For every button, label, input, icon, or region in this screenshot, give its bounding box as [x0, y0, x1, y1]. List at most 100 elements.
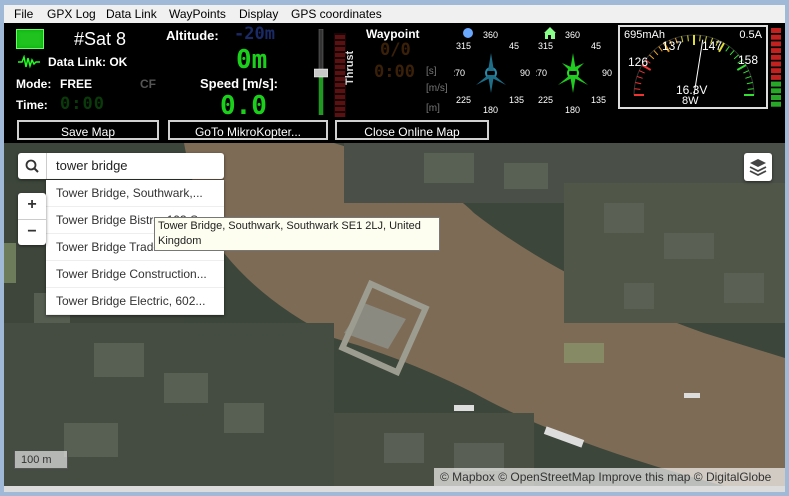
battery-segment: [771, 28, 781, 33]
battery-segment: [771, 95, 781, 100]
search-result[interactable]: Tower Bridge Electric, 602...: [46, 288, 224, 315]
thrust-segment: [335, 35, 345, 39]
status-led: [16, 29, 44, 49]
heading-270: 270: [454, 68, 465, 78]
gauge-tick: [634, 88, 641, 90]
zoom-control: + −: [18, 193, 46, 245]
thrust-segment: [335, 95, 345, 99]
gauge-tick: [743, 70, 750, 74]
battery-segment: [771, 81, 781, 87]
signal-wave-icon: [18, 55, 40, 69]
altitude-value: 0m: [236, 45, 268, 75]
thrust-segment: [335, 41, 345, 45]
search-result-tooltip: Tower Bridge, Southwark, Southwark SE1 2…: [154, 217, 440, 251]
gauge-tick: [746, 82, 753, 85]
gauge-tick: [638, 70, 645, 74]
battery-segment: [771, 48, 781, 54]
gauge-tick-147: 147: [702, 39, 723, 53]
menu-gpx-log[interactable]: GPX Log: [47, 7, 96, 21]
satellite-count: #Sat 8: [74, 29, 127, 49]
home-225: 225: [538, 95, 553, 105]
layers-icon: [749, 159, 767, 177]
map-scale: 100 m: [14, 451, 68, 469]
save-map-button[interactable]: Save Map: [17, 120, 159, 140]
altitude-range: -20m: [234, 24, 275, 44]
thrust-segment: [335, 113, 345, 117]
battery-segment: [771, 61, 781, 67]
time-label: Time:: [16, 98, 48, 112]
heading-135: 135: [509, 95, 524, 105]
gauge-tick: [653, 50, 659, 56]
map-attribution[interactable]: © Mapbox © OpenStreetMap Improve this ma…: [434, 468, 785, 486]
gauge-tick: [745, 75, 752, 79]
heading-360: 360: [483, 30, 498, 40]
zoom-out-button[interactable]: −: [18, 220, 46, 246]
home-315: 315: [538, 41, 553, 51]
telemetry-panel: #Sat 8 Data Link: OK Mode: FREE CF Time:…: [4, 23, 785, 143]
battery-segment: [771, 68, 781, 74]
cf-indicator: CF: [140, 77, 156, 91]
satellite-map[interactable]: tower bridge Tower Bridge, Southwark,...…: [4, 143, 785, 486]
app-window: File GPX Log Data Link WayPoints Display…: [0, 0, 789, 496]
gauge-tick: [636, 75, 643, 79]
menu-display[interactable]: Display: [239, 7, 278, 21]
waypoint-unit-s: [s]: [426, 66, 437, 77]
waypoint-unit-ms: [m/s]: [426, 83, 448, 94]
zoom-in-button[interactable]: +: [18, 193, 46, 220]
gauge-tick: [699, 35, 701, 42]
mode-label: Mode:: [16, 77, 52, 91]
home-90: 90: [602, 68, 612, 78]
waypoint-count: 0/0: [380, 40, 411, 60]
close-online-map-button[interactable]: Close Online Map: [335, 120, 489, 140]
search-icon: [25, 159, 39, 173]
battery-level-bar: [771, 28, 781, 107]
home-180: 180: [565, 105, 580, 115]
search-button[interactable]: [18, 153, 47, 179]
mode-value: FREE: [60, 77, 93, 91]
battery-current: 0.5A: [739, 29, 762, 41]
menu-file[interactable]: File: [14, 7, 33, 21]
waypoint-unit-m: [m]: [426, 103, 440, 114]
gauge-tick: [649, 54, 655, 60]
altitude-slider[interactable]: [314, 29, 328, 115]
search-box: tower bridge: [18, 153, 224, 179]
gps-ball-icon: [463, 28, 473, 38]
heading-45: 45: [509, 41, 519, 51]
thrust-label: Thrust: [344, 50, 356, 85]
gauge-tick: [729, 50, 735, 56]
gauge-tick-158: 158: [738, 53, 759, 67]
battery-gauge: 695mAh 0.5A 126 137 147 158 16.3V 8W: [618, 25, 768, 109]
battery-segment: [771, 88, 781, 94]
gauge-tick: [635, 82, 642, 85]
home-270: 270: [536, 68, 547, 78]
layers-button[interactable]: [744, 153, 772, 181]
menu-gps-coordinates[interactable]: GPS coordinates: [291, 7, 382, 21]
home-45: 45: [591, 41, 601, 51]
battery-segment: [771, 54, 781, 60]
home-360: 360: [565, 30, 580, 40]
goto-mikrokopter-button[interactable]: GoTo MikroKopter...: [168, 120, 328, 140]
gauge-tick-126: 126: [628, 55, 649, 69]
heading-compass: 360 45 90 135 180 225 270 315: [454, 28, 530, 115]
thrust-segment: [335, 89, 345, 93]
battery-watt: 8W: [682, 95, 699, 107]
search-result[interactable]: Tower Bridge Construction...: [46, 261, 224, 288]
battery-mah: 695mAh: [624, 29, 665, 41]
gauge-tick: [747, 88, 754, 90]
status-strip: [4, 486, 785, 492]
battery-segment: [771, 34, 781, 40]
gauge-tick: [725, 46, 730, 52]
menu-waypoints[interactable]: WayPoints: [169, 7, 226, 21]
thrust-segment: [335, 101, 345, 105]
search-input[interactable]: tower bridge: [56, 158, 128, 173]
battery-segment: [771, 74, 781, 80]
battery-segment: [771, 41, 781, 47]
home-icon: [544, 27, 556, 39]
search-result[interactable]: Tower Bridge, Southwark,...: [46, 180, 224, 207]
speed-value: 0.0: [220, 91, 267, 121]
menu-data-link[interactable]: Data Link: [106, 7, 157, 21]
heading-315: 315: [456, 41, 471, 51]
heading-225: 225: [456, 95, 471, 105]
battery-segment: [771, 101, 781, 107]
heading-180: 180: [483, 105, 498, 115]
